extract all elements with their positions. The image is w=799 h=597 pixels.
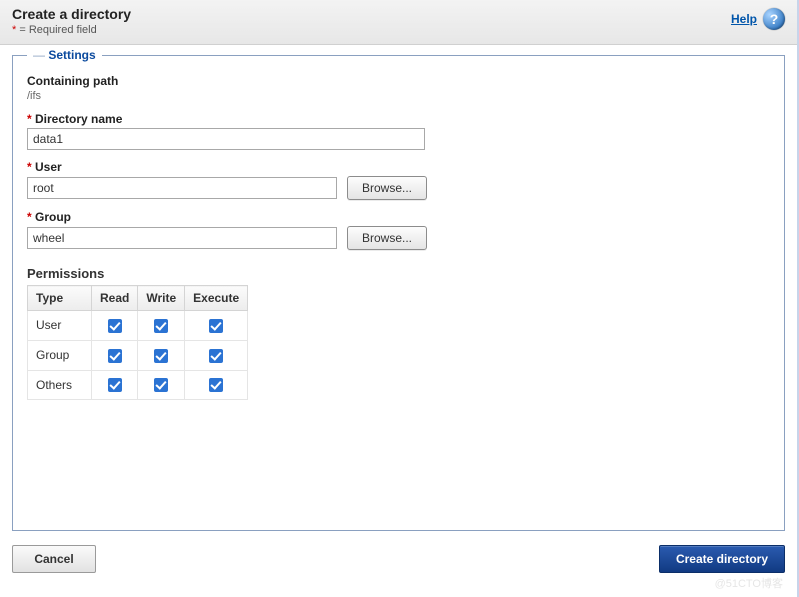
table-row: Group bbox=[28, 340, 248, 370]
perm-type-cell: User bbox=[28, 311, 92, 341]
required-star-icon: * bbox=[27, 210, 32, 224]
group-label-text: Group bbox=[35, 210, 71, 224]
col-type: Type bbox=[28, 286, 92, 311]
containing-path-value: /ifs bbox=[27, 90, 770, 102]
cancel-button[interactable]: Cancel bbox=[12, 545, 96, 573]
dialog-title: Create a directory bbox=[12, 6, 131, 22]
perm-group-write-checkbox[interactable] bbox=[154, 349, 168, 363]
perm-others-write-checkbox[interactable] bbox=[154, 378, 168, 392]
user-field: * User Browse... bbox=[27, 160, 770, 200]
group-field: * Group Browse... bbox=[27, 210, 770, 250]
create-directory-button[interactable]: Create directory bbox=[659, 545, 785, 573]
permissions-table: Type Read Write Execute User Group bbox=[27, 285, 248, 400]
required-star-icon: * bbox=[27, 112, 32, 126]
footer: Cancel Create directory bbox=[0, 541, 797, 585]
col-execute: Execute bbox=[185, 286, 248, 311]
user-label-text: User bbox=[35, 160, 62, 174]
containing-path-label: Containing path bbox=[27, 74, 770, 88]
group-input[interactable] bbox=[27, 227, 337, 249]
directory-name-label: * Directory name bbox=[27, 112, 770, 126]
group-label: * Group bbox=[27, 210, 770, 224]
permissions-header-row: Type Read Write Execute bbox=[28, 286, 248, 311]
settings-legend-text: Settings bbox=[48, 48, 95, 62]
containing-path-field: Containing path /ifs bbox=[27, 74, 770, 102]
perm-user-execute-checkbox[interactable] bbox=[209, 319, 223, 333]
required-star-icon: * bbox=[27, 160, 32, 174]
perm-user-write-checkbox[interactable] bbox=[154, 319, 168, 333]
permissions-title: Permissions bbox=[27, 266, 770, 281]
titlebar: Create a directory * = Required field He… bbox=[0, 0, 797, 45]
perm-group-read-checkbox[interactable] bbox=[108, 349, 122, 363]
user-input[interactable] bbox=[27, 177, 337, 199]
help-link[interactable]: Help bbox=[731, 12, 757, 26]
perm-type-cell: Others bbox=[28, 370, 92, 400]
perm-user-read-checkbox[interactable] bbox=[108, 319, 122, 333]
directory-name-label-text: Directory name bbox=[35, 112, 122, 126]
perm-others-read-checkbox[interactable] bbox=[108, 378, 122, 392]
table-row: Others bbox=[28, 370, 248, 400]
user-label: * User bbox=[27, 160, 770, 174]
group-browse-button[interactable]: Browse... bbox=[347, 226, 427, 250]
table-row: User bbox=[28, 311, 248, 341]
perm-others-execute-checkbox[interactable] bbox=[209, 378, 223, 392]
directory-name-input[interactable] bbox=[27, 128, 425, 150]
col-read: Read bbox=[92, 286, 138, 311]
directory-name-field: * Directory name bbox=[27, 112, 770, 150]
required-note-text: = Required field bbox=[16, 24, 96, 36]
help-icon[interactable]: ? bbox=[763, 8, 785, 30]
titlebar-left: Create a directory * = Required field bbox=[12, 6, 131, 36]
settings-panel: — Settings Containing path /ifs * Direct… bbox=[12, 55, 785, 531]
user-browse-button[interactable]: Browse... bbox=[347, 176, 427, 200]
dialog-container: Create a directory * = Required field He… bbox=[0, 0, 799, 597]
perm-type-cell: Group bbox=[28, 340, 92, 370]
col-write: Write bbox=[138, 286, 185, 311]
required-field-note: * = Required field bbox=[12, 24, 131, 36]
perm-group-execute-checkbox[interactable] bbox=[209, 349, 223, 363]
help-area: Help ? bbox=[731, 8, 785, 30]
settings-legend: — Settings bbox=[27, 48, 102, 62]
